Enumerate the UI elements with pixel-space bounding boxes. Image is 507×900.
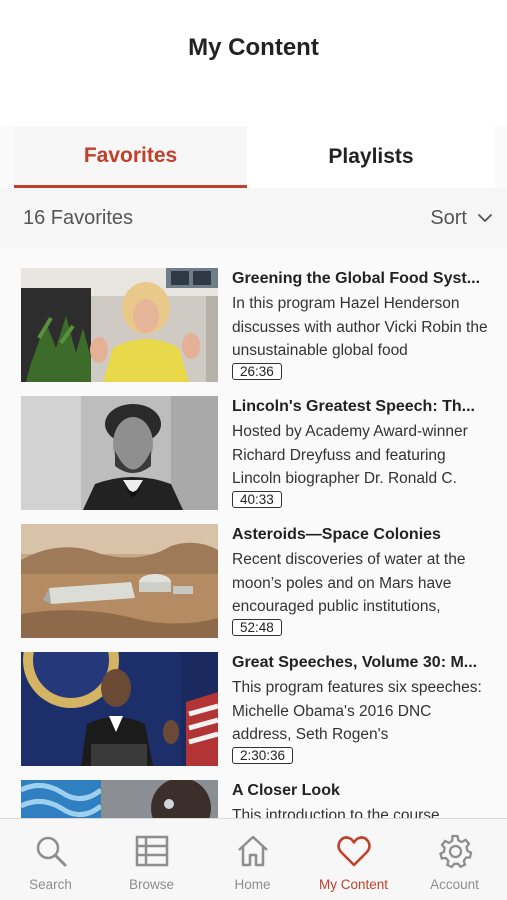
tabbar-item-browse[interactable]: Browse — [101, 819, 202, 900]
search-icon — [36, 836, 66, 867]
tabbar-item-my-content[interactable]: My Content — [303, 819, 404, 900]
item-title: Great Speeches, Volume 30: M... — [232, 654, 478, 671]
home-icon — [237, 835, 268, 867]
tab-favorites[interactable]: Favorites — [14, 126, 247, 188]
chevron-down-icon — [478, 214, 492, 222]
tabbar-label: Account — [430, 877, 479, 892]
tabbar-item-search[interactable]: Search — [0, 819, 101, 900]
item-title: Lincoln's Greatest Speech: Th... — [232, 398, 475, 415]
gear-icon — [438, 834, 472, 869]
tab-playlists[interactable]: Playlists — [247, 126, 495, 188]
item-title: A Closer Look — [232, 782, 340, 799]
woman-speaking-thumbnail — [21, 268, 218, 382]
item-description: This program features six speeches: Mich… — [232, 679, 482, 743]
mars-colony-thumbnail — [21, 524, 218, 638]
lincoln-portrait-thumbnail — [21, 396, 218, 510]
page-title: My Content — [188, 34, 319, 61]
item-description: Hosted by Academy Award-winner Richard D… — [232, 423, 468, 487]
item-description: Recent discoveries of water at the moon’… — [232, 551, 466, 615]
favorites-list[interactable]: Greening the Global Food Syst... In this… — [0, 248, 507, 818]
list-item[interactable]: Great Speeches, Volume 30: M... This pro… — [21, 632, 493, 766]
item-description: This introduction to the course — [232, 807, 440, 818]
item-title: Asteroids—Space Colonies — [232, 526, 441, 543]
list-item[interactable]: Lincoln's Greatest Speech: Th... Hosted … — [21, 376, 493, 510]
app-screen: My Content Favorites Playlists 16 Favori… — [0, 0, 507, 900]
sort-label: Sort — [430, 206, 467, 229]
tabbar-item-home[interactable]: Home — [202, 819, 303, 900]
header: My Content — [0, 0, 507, 126]
thumbnail-image[interactable] — [21, 524, 218, 638]
content-tabs: Favorites Playlists — [14, 126, 495, 188]
list-header: 16 Favorites Sort — [0, 188, 507, 248]
item-title: Greening the Global Food Syst... — [232, 270, 481, 287]
thumbnail-image[interactable] — [21, 780, 218, 818]
tabbar-label: Home — [234, 877, 271, 892]
list-item[interactable]: A Closer Look This introduction to the c… — [21, 760, 493, 818]
tab-playlists-label: Playlists — [328, 145, 414, 168]
list-item[interactable]: Greening the Global Food Syst... In this… — [21, 248, 493, 382]
tabbar-label: My Content — [318, 877, 389, 892]
tabbar-label: Search — [29, 877, 72, 892]
sort-button[interactable]: Sort — [430, 205, 493, 231]
favorites-count: 16 Favorites — [23, 207, 134, 229]
tabbar-item-account[interactable]: Account — [404, 819, 505, 900]
thumbnail-image[interactable] — [21, 652, 218, 766]
list-item[interactable]: Asteroids—Space Colonies Recent discover… — [21, 504, 493, 638]
item-description: In this program Hazel Henderson discusse… — [232, 295, 488, 359]
browse-icon — [135, 835, 168, 867]
tab-favorites-label: Favorites — [83, 143, 178, 167]
thumbnail-image[interactable] — [21, 268, 218, 382]
abstract-blue-thumbnail — [21, 780, 218, 818]
heart-icon — [336, 836, 371, 867]
bottom-tab-bar: Search Browse Home My Content Account — [0, 818, 507, 900]
thumbnail-image[interactable] — [21, 396, 218, 510]
tabbar-label: Browse — [128, 877, 174, 892]
podium-speech-thumbnail — [21, 652, 218, 766]
